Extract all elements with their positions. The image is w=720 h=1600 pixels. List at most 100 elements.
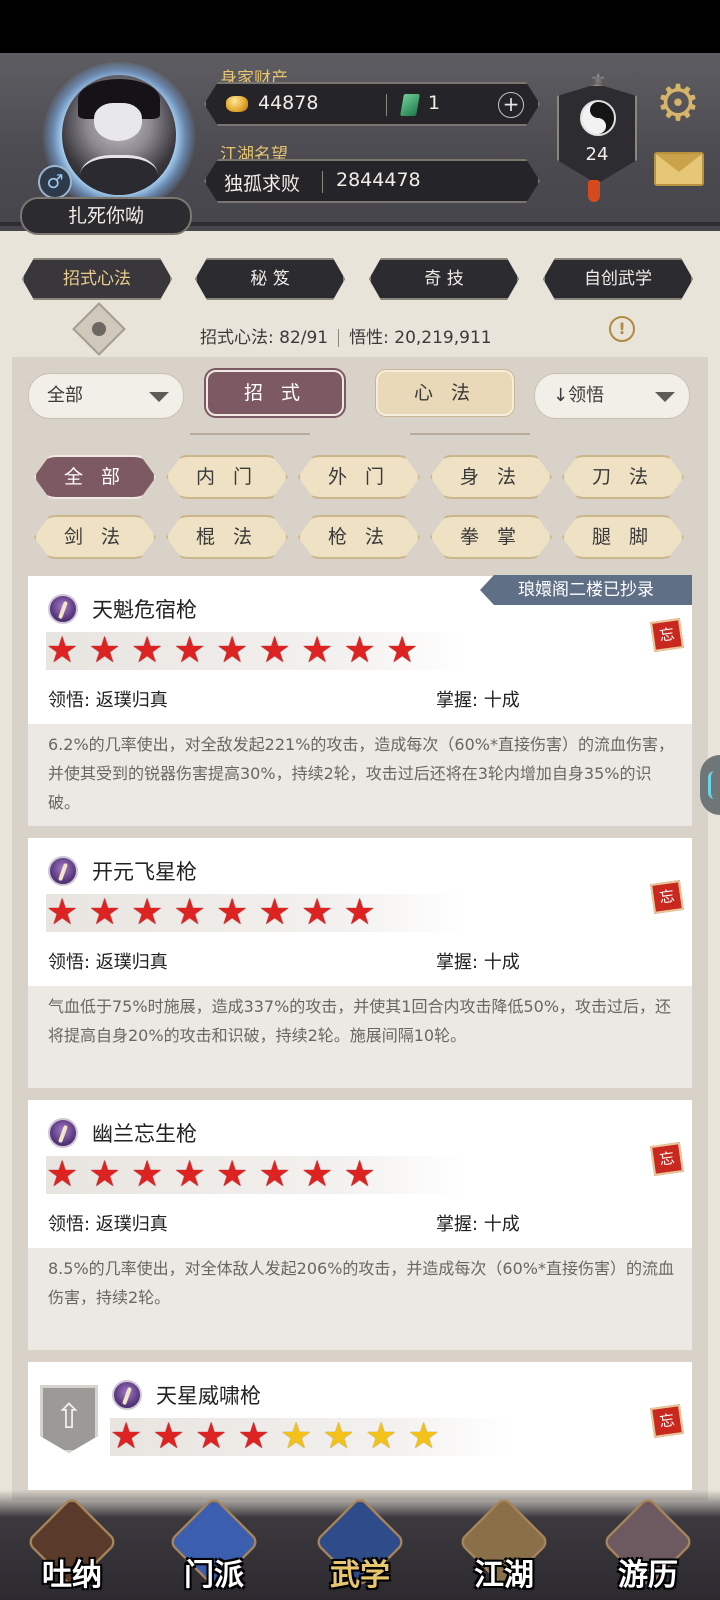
mail-icon[interactable]	[654, 152, 704, 186]
cat-inner[interactable]: 内 门	[166, 455, 288, 499]
red-star-icon: ★	[88, 892, 121, 933]
red-star-icon: ★	[88, 1154, 121, 1195]
stats-line: 招式心法: 82/91 悟性: 20,219,911	[200, 323, 492, 348]
skill-card[interactable]: 幽兰忘生枪 ★ ★ ★ ★ ★ ★ ★ ★ 领悟: 返璞归真 掌握: 十成 8.5%的几率使出…	[28, 1100, 692, 1350]
cat-blade[interactable]: 刀 法	[562, 455, 684, 499]
eye-icon[interactable]	[72, 302, 126, 356]
settings-gear-icon[interactable]: ⚙	[652, 78, 704, 130]
nav-label: 武学	[330, 1558, 390, 1593]
cat-staff[interactable]: 棍 法	[166, 515, 288, 559]
star-rating: ★ ★ ★ ★ ★ ★ ★ ★	[110, 1418, 510, 1456]
red-star-icon: ★	[237, 1416, 270, 1457]
side-drawer-handle[interactable]	[700, 755, 720, 815]
gender-male-icon: ♂	[38, 165, 72, 199]
red-star-icon: ★	[46, 1154, 79, 1195]
red-star-icon: ★	[131, 1154, 164, 1195]
red-star-icon: ★	[131, 630, 164, 671]
nav-breathing[interactable]: 吐纳	[24, 1495, 120, 1600]
cat-fist[interactable]: 拳 掌	[430, 515, 552, 559]
moves-count: 招式心法: 82/91	[200, 328, 329, 348]
cat-outer[interactable]: 外 门	[298, 455, 420, 499]
red-star-icon: ★	[195, 1416, 228, 1457]
tab-special-skill[interactable]: 奇 技	[369, 258, 519, 300]
sort-select[interactable]: ↓领悟	[534, 373, 690, 419]
red-star-icon: ★	[173, 630, 206, 671]
skill-description: 气血低于75%时施展，造成337%的攻击，并使其1回合内攻击降低50%，攻击过后…	[48, 997, 672, 1045]
nav-label: 门派	[184, 1558, 244, 1593]
red-star-icon: ★	[343, 1154, 376, 1195]
red-star-icon: ★	[343, 630, 376, 671]
skill-mastery: 掌握: 十成	[436, 1214, 520, 1235]
info-icon[interactable]: !	[609, 316, 635, 342]
spear-skill-icon	[112, 1380, 142, 1410]
spear-skill-icon	[48, 1118, 78, 1148]
nav-martial[interactable]: 武学	[312, 1495, 408, 1600]
spear-skill-icon	[48, 856, 78, 886]
star-rating: ★ ★ ★ ★ ★ ★ ★ ★	[46, 894, 466, 932]
nav-sect[interactable]: 门派	[166, 1495, 262, 1600]
skill-card[interactable]: 开元飞星枪 ★ ★ ★ ★ ★ ★ ★ ★ 领悟: 返璞归真 掌握: 十成 气血低于75%时施…	[28, 838, 692, 1088]
jade-amount: 1	[428, 92, 441, 114]
skill-mastery: 掌握: 十成	[436, 690, 520, 711]
nav-label: 江湖	[474, 1558, 534, 1593]
star-rating: ★ ★ ★ ★ ★ ★ ★ ★ ★	[46, 632, 466, 670]
tab-secret-manual[interactable]: 秘 笈	[195, 258, 345, 300]
red-star-icon: ★	[301, 892, 334, 933]
divider-ornament	[190, 433, 310, 435]
player-name[interactable]: 扎死你呦	[20, 197, 192, 235]
red-star-icon: ★	[152, 1416, 185, 1457]
red-star-icon: ★	[258, 1154, 291, 1195]
red-star-icon: ★	[88, 630, 121, 671]
wealth-bar: 44878 1 +	[204, 82, 540, 126]
red-star-icon: ★	[301, 630, 334, 671]
red-star-icon: ★	[131, 892, 164, 933]
skill-name: 天星威啸枪	[156, 1384, 261, 1408]
level-value: 24	[585, 144, 609, 165]
cat-sword[interactable]: 剑 法	[34, 515, 156, 559]
skill-mastery: 掌握: 十成	[436, 952, 520, 973]
cat-spear[interactable]: 枪 法	[298, 515, 420, 559]
seg-mental-button[interactable]: 心 法	[376, 370, 514, 416]
divider-ornament	[410, 433, 530, 435]
cat-all[interactable]: 全 部	[34, 455, 156, 499]
cat-body[interactable]: 身 法	[430, 455, 552, 499]
avatar-robe	[80, 155, 158, 195]
forget-icon[interactable]: 忘	[650, 880, 684, 914]
tassel-icon	[588, 180, 600, 202]
fame-value: 2844478	[336, 169, 421, 191]
red-star-icon: ★	[258, 892, 291, 933]
red-star-icon: ★	[110, 1416, 143, 1457]
avatar[interactable]	[62, 75, 176, 195]
forget-icon[interactable]: 忘	[650, 618, 684, 652]
red-star-icon: ★	[216, 1154, 249, 1195]
filter-all-select[interactable]: 全部	[28, 373, 184, 419]
star-rating: ★ ★ ★ ★ ★ ★ ★ ★	[46, 1156, 466, 1194]
red-star-icon: ★	[173, 1154, 206, 1195]
skill-card[interactable]: 天星威啸枪 ★ ★ ★ ★ ★ ★ ★ ★ 忘	[28, 1362, 692, 1490]
skill-name: 开元飞星枪	[92, 860, 197, 884]
gold-ingot-icon	[226, 96, 248, 112]
spear-skill-icon	[48, 594, 78, 624]
nav-travel[interactable]: 游历	[600, 1495, 696, 1600]
forget-icon[interactable]: 忘	[650, 1404, 684, 1438]
fame-title: 独孤求败	[224, 173, 301, 195]
forget-icon[interactable]: 忘	[650, 1142, 684, 1176]
insight-value: 悟性: 20,219,911	[349, 328, 492, 348]
cat-leg[interactable]: 腿 脚	[562, 515, 684, 559]
tab-custom-martial[interactable]: 自创武学	[543, 258, 693, 300]
fame-separator	[322, 171, 323, 193]
nav-label: 吐纳	[42, 1558, 102, 1593]
skill-name: 天魁危宿枪	[92, 598, 197, 622]
skill-card[interactable]: 天魁危宿枪 ★ ★ ★ ★ ★ ★ ★ ★ ★ 领悟: 返璞归真 掌握: 十成 6.2%的几率使…	[28, 576, 692, 826]
seg-moves-button[interactable]: 招 式	[206, 370, 344, 416]
nav-label: 游历	[618, 1558, 678, 1593]
skill-comprehension: 领悟: 返璞归真	[48, 690, 168, 711]
chevron-down-icon	[149, 392, 169, 402]
tab-moves-mental[interactable]: 招式心法	[22, 258, 172, 300]
wealth-separator	[386, 94, 387, 116]
red-star-icon: ★	[258, 630, 291, 671]
nav-jianghu[interactable]: 江湖	[456, 1495, 552, 1600]
add-currency-button[interactable]: +	[498, 92, 524, 118]
red-star-icon: ★	[46, 630, 79, 671]
red-star-icon: ★	[216, 630, 249, 671]
